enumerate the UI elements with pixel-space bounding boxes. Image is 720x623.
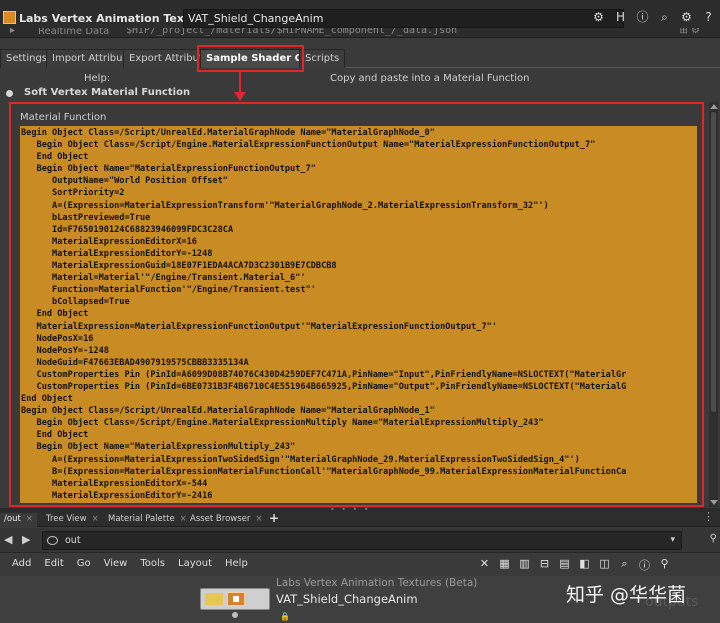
pane-tab-tree-view[interactable]: Tree View × xyxy=(42,513,103,527)
network-path-field[interactable]: out ▾ xyxy=(42,531,682,550)
material-function-code[interactable]: Begin Object Class=/Script/UnrealEd.Mate… xyxy=(20,126,697,502)
menu-go[interactable]: Go xyxy=(77,558,91,569)
info-icon[interactable]: ⓘ xyxy=(638,557,651,573)
menu-add[interactable]: Add xyxy=(12,558,31,569)
realtime-data-row: ▸ Realtime Data $HIP/_project_/materials… xyxy=(0,28,720,38)
menu-layout[interactable]: Layout xyxy=(178,558,212,569)
pane-tab-asset-browser-label: Asset Browser xyxy=(190,514,251,524)
pane-tab-out-label: /out xyxy=(4,514,21,524)
network-pane-tabs: /out × Tree View × Material Palette × Asset… xyxy=(0,510,720,527)
node-type-label: Labs Vertex Animation Textures (Beta) xyxy=(276,577,478,589)
snap-icon[interactable]: ⊟ xyxy=(538,557,551,573)
path-segment-out[interactable]: out xyxy=(65,535,81,546)
menu-edit[interactable]: Edit xyxy=(44,558,63,569)
wrench-icon[interactable]: ✕ xyxy=(478,557,491,573)
sticky-note-icon[interactable]: ◫ xyxy=(598,557,611,573)
help-circle-icon[interactable]: ? xyxy=(701,10,716,25)
file-chooser-icon[interactable]: ⊞ ⚙ xyxy=(679,28,700,36)
realtime-data-label: Realtime Data xyxy=(38,28,110,37)
watermark: 知乎 @华华菌 xyxy=(566,584,687,606)
pane-tab-tree-view-label: Tree View xyxy=(46,514,87,524)
search-icon[interactable]: ⌕ xyxy=(657,10,672,25)
forward-arrow-icon[interactable]: ▶ xyxy=(22,533,30,546)
network-menu-bar: Add Edit Go View Tools Layout Help ✕ ▦ ▥… xyxy=(0,554,720,576)
scroll-up-icon[interactable] xyxy=(710,104,718,109)
vat-node[interactable] xyxy=(200,588,270,610)
search-icon[interactable]: ⌕ xyxy=(618,557,631,573)
node-flag-icon[interactable] xyxy=(205,593,223,605)
help-text: Copy and paste into a Material Function xyxy=(330,73,530,84)
scroll-down-icon[interactable] xyxy=(710,500,718,505)
vertical-scrollbar[interactable] xyxy=(709,102,718,507)
help-label: Help: xyxy=(84,73,111,84)
node-name-field[interactable]: VAT_Shield_ChangeAnim xyxy=(183,9,624,28)
pane-tab-material-palette-label: Material Palette xyxy=(108,514,175,524)
scrollbar-thumb[interactable] xyxy=(711,112,716,412)
material-function-label: Material Function xyxy=(20,112,107,123)
pin-icon[interactable]: ⚲ xyxy=(658,557,671,573)
folder-title: Soft Vertex Material Function xyxy=(24,87,191,98)
realtime-data-field[interactable]: $HIP/_project_/materials/$HIPNAME_compon… xyxy=(126,28,457,36)
tab-highlight-annotation xyxy=(197,45,304,72)
menu-tools[interactable]: Tools xyxy=(140,558,165,569)
pane-tab-out[interactable]: /out × xyxy=(0,513,37,527)
output-context-icon xyxy=(47,536,58,545)
vat-node-icon xyxy=(227,592,245,606)
path-bar: ◀ ▶ out ▾ ⚲ xyxy=(0,528,720,553)
material-function-code-field[interactable]: Begin Object Class=/Script/UnrealEd.Mate… xyxy=(20,126,697,503)
grid-icon[interactable]: ▦ xyxy=(498,557,511,573)
display-icon[interactable]: ◧ xyxy=(578,557,591,573)
realtime-row-arrow-icon: ▸ xyxy=(10,28,16,36)
settings-icon[interactable]: ⚙ xyxy=(679,10,694,25)
folder-collapse-icon[interactable] xyxy=(6,90,13,97)
lock-icon: 🔒 xyxy=(280,612,290,621)
chevron-down-icon[interactable]: ▾ xyxy=(670,535,675,545)
tab-scripts[interactable]: Scripts xyxy=(299,49,346,68)
close-icon[interactable]: × xyxy=(92,514,99,524)
add-tab-icon[interactable]: + xyxy=(269,511,279,525)
node-name-label[interactable]: VAT_Shield_ChangeAnim xyxy=(276,592,418,606)
node-output-connector[interactable] xyxy=(232,612,238,618)
vat-node-icon xyxy=(3,11,16,24)
parameter-tabs: Settings Import Attribute Export Attribu… xyxy=(0,49,720,68)
layout-icon[interactable]: ▥ xyxy=(518,557,531,573)
menu-view[interactable]: View xyxy=(104,558,128,569)
back-arrow-icon[interactable]: ◀ xyxy=(4,533,12,546)
help-row: Help: Copy and paste into a Material Fun… xyxy=(0,73,720,87)
pane-tab-material-palette[interactable]: Material Palette × xyxy=(104,513,191,527)
close-icon[interactable]: × xyxy=(26,514,33,524)
info-icon[interactable]: ⓘ xyxy=(635,10,650,25)
menu-help[interactable]: Help xyxy=(225,558,248,569)
pane-menu-icon[interactable]: ⋮ xyxy=(703,510,714,523)
pin-icon[interactable]: ⚲ xyxy=(710,533,717,544)
help-icon[interactable]: H xyxy=(613,10,628,25)
network-box-icon[interactable]: ▤ xyxy=(558,557,571,573)
folder-header[interactable]: Soft Vertex Material Function xyxy=(0,87,720,100)
pane-tab-asset-browser[interactable]: Asset Browser × xyxy=(186,513,267,527)
material-function-panel: Material Function Begin Object Class=/Sc… xyxy=(9,102,704,507)
close-icon[interactable]: × xyxy=(255,514,262,524)
gear-icon[interactable]: ⚙ xyxy=(591,10,606,25)
